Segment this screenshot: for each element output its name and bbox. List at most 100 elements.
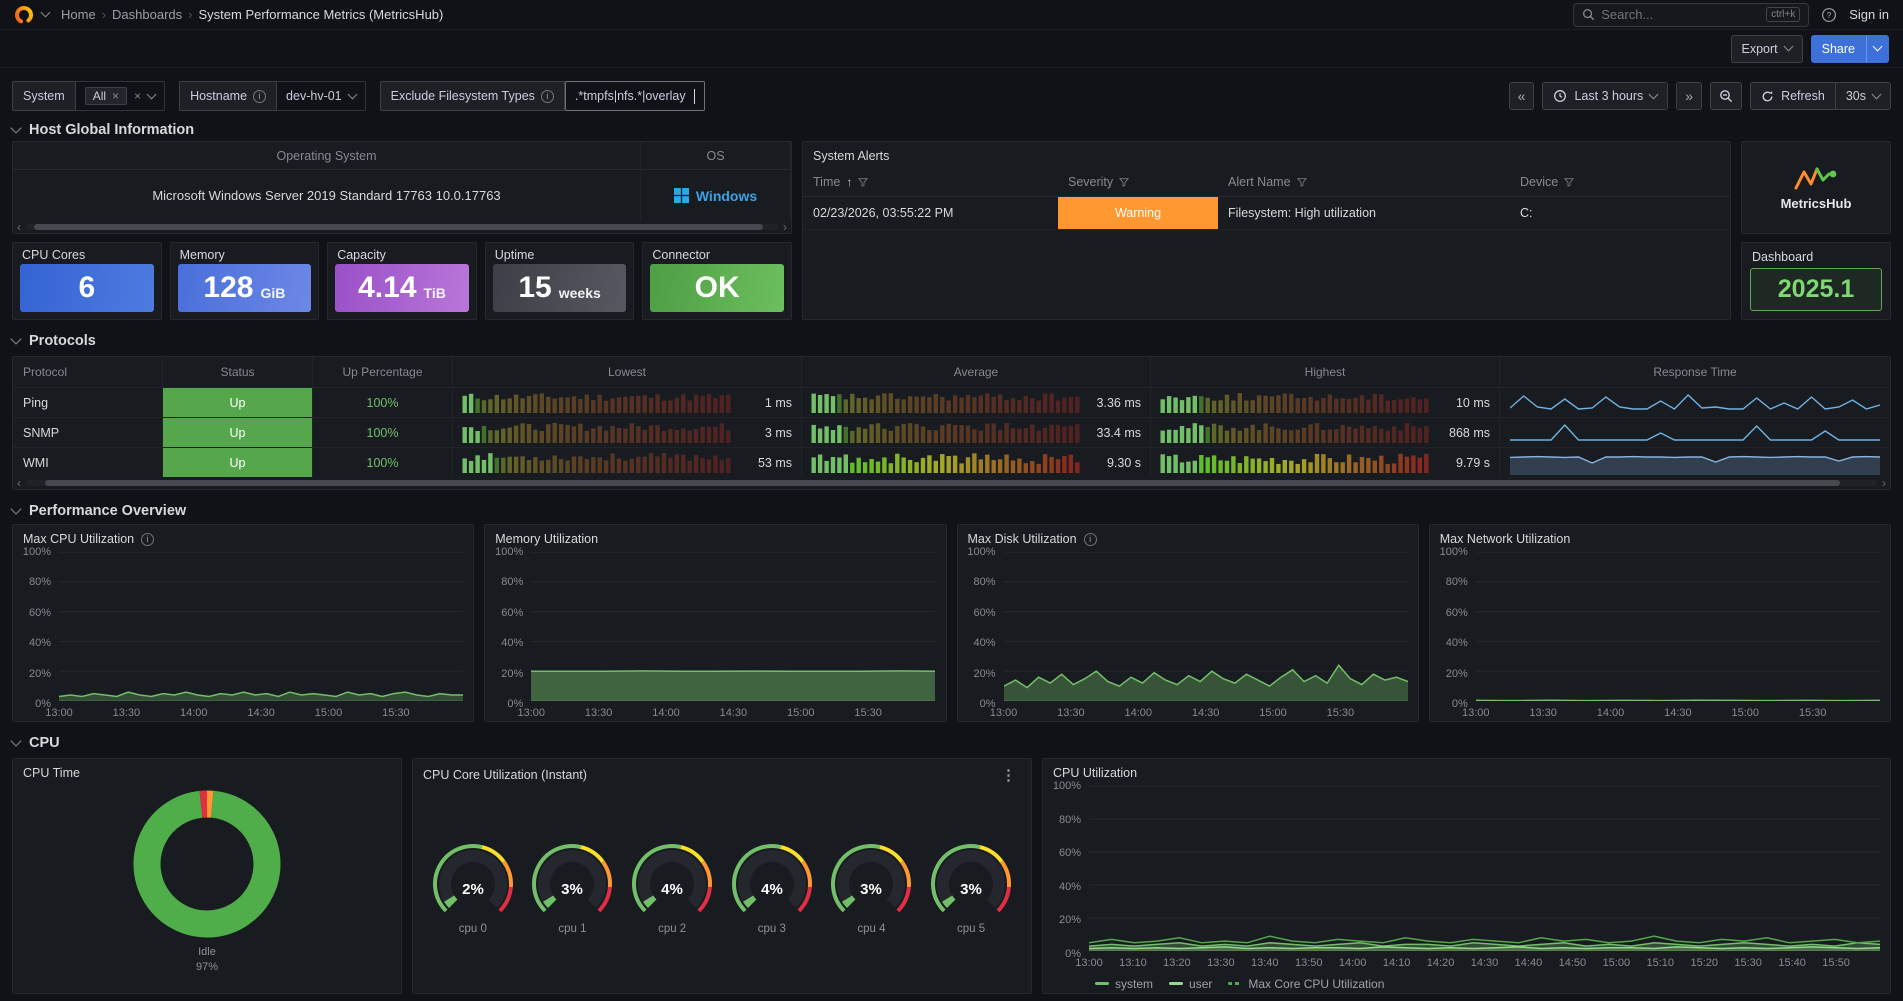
alert-severity-cell: Warning (1058, 197, 1218, 230)
section-host-global-information[interactable]: Host Global Information (12, 119, 1891, 141)
breadcrumb-separator: › (102, 7, 106, 22)
section-title: Performance Overview (29, 503, 186, 519)
alerts-header-alert-name[interactable]: Alert Name (1218, 167, 1510, 197)
panel-max-cpu-utilization: Max CPU Utilizationi 0%20%40%60%80%100%1… (12, 524, 474, 722)
share-split-button: Share (1811, 35, 1889, 63)
exclude-fs-label-text: Exclude Filesystem Types (391, 89, 535, 103)
section-cpu[interactable]: CPU (12, 732, 1891, 754)
scroll-left-arrow[interactable]: ‹ (17, 220, 21, 234)
clear-all-icon[interactable]: × (134, 89, 141, 103)
panel-title: Connector (643, 243, 791, 264)
hostname-value-text: dev-hv-01 (286, 89, 342, 103)
panel-title: Max Disk Utilization (968, 532, 1077, 546)
variable-hostname-value[interactable]: dev-hv-01 (277, 81, 366, 111)
alerts-header-severity[interactable]: Severity (1058, 167, 1218, 197)
svg-text:3%: 3% (960, 881, 982, 898)
panel-metricshub-logo: MetricsHub (1741, 141, 1891, 234)
response-time-sparkline (1510, 421, 1880, 445)
protocols-header-row: Protocol Status Up Percentage Lowest Ave… (13, 357, 1890, 387)
filter-icon[interactable] (1564, 177, 1574, 187)
breadcrumb-separator: › (188, 7, 192, 22)
export-button[interactable]: Export (1731, 35, 1803, 63)
time-range-picker[interactable]: Last 3 hours (1542, 82, 1668, 110)
latency-value: 3 ms (740, 426, 792, 440)
refresh-button[interactable]: Refresh (1750, 82, 1836, 110)
scrollbar-track[interactable] (26, 480, 1877, 486)
os-table: Operating System OS Microsoft Windows Se… (13, 142, 791, 221)
grafana-flame-icon (14, 5, 34, 25)
section-collapse-icon (10, 122, 21, 133)
panel-system-alerts: System Alerts Time ↑ Severity Alert Name… (802, 141, 1731, 320)
panel-title: CPU Utilization (1053, 766, 1137, 780)
share-button[interactable]: Share (1811, 35, 1866, 63)
info-icon[interactable]: i (1084, 533, 1097, 546)
scroll-left-arrow[interactable]: ‹ (17, 476, 21, 490)
panel-menu-icon[interactable]: ⋮ (996, 766, 1021, 784)
alerts-header-device[interactable]: Device (1510, 167, 1730, 197)
exclude-fs-input[interactable]: .*tmpfs|nfs.*|overlay (565, 81, 705, 111)
scroll-right-arrow[interactable]: › (783, 220, 787, 234)
protocol-response-cell (1500, 448, 1890, 477)
scrollbar-thumb[interactable] (34, 224, 763, 230)
uptime-stat: 15 weeks (493, 264, 627, 312)
search-input[interactable] (1601, 7, 1760, 22)
info-icon[interactable]: i (541, 90, 554, 103)
alert-time-cell: 02/23/2026, 03:55:22 PM (803, 197, 1058, 230)
legend-marker (1228, 982, 1242, 985)
info-icon[interactable]: i (253, 90, 266, 103)
scrollbar-track[interactable] (26, 224, 778, 230)
refresh-label: Refresh (1781, 89, 1825, 103)
section-performance-overview[interactable]: Performance Overview (12, 500, 1891, 522)
cpu-core-gauges: 2%cpu 03%cpu 14%cpu 24%cpu 33%cpu 43%cpu… (413, 786, 1031, 993)
latency-histogram (1160, 453, 1430, 473)
alerts-header-time[interactable]: Time ↑ (803, 167, 1058, 197)
gauge-label: cpu 3 (758, 923, 786, 935)
filter-icon[interactable] (858, 177, 868, 187)
grafana-logo[interactable] (14, 5, 34, 25)
legend-item-user[interactable]: user (1169, 977, 1212, 991)
variable-system-value[interactable]: All × × (76, 81, 165, 111)
os-table-header-os: OS (641, 142, 791, 170)
filter-icon[interactable] (1119, 177, 1129, 187)
response-time-sparkline (1510, 451, 1880, 475)
org-chevron-down-icon[interactable] (41, 8, 51, 18)
legend-item-max-core[interactable]: Max Core CPU Utilization (1228, 977, 1384, 991)
latency-histogram (811, 423, 1081, 443)
dashboard-body: System All × × Hostname i dev-hv-01 (0, 81, 1903, 994)
stat-unit: weeks (559, 285, 601, 301)
stat-value: OK (695, 273, 740, 303)
chip-remove-icon[interactable]: × (112, 89, 119, 103)
panel-cpu-cores: CPU Cores 6 (12, 242, 162, 320)
stat-value: 4.14 (358, 273, 416, 303)
filter-icon[interactable] (1297, 177, 1307, 187)
sign-in-button[interactable]: Sign in (1849, 7, 1889, 22)
host-left-column: Operating System OS Microsoft Windows Se… (12, 141, 792, 320)
share-menu-button[interactable] (1866, 35, 1889, 63)
system-value-chip[interactable]: All × (85, 87, 127, 105)
protocol-row-snmp: SNMP Up 100% 3 ms 33.4 ms 868 ms (13, 417, 1890, 447)
legend-item-system[interactable]: system (1095, 977, 1153, 991)
chevron-down-icon (147, 89, 157, 99)
scroll-right-arrow[interactable]: › (1882, 476, 1886, 490)
refresh-interval-picker[interactable]: 30s (1836, 82, 1891, 110)
response-time-sparkline (1510, 391, 1880, 415)
performance-row: Max CPU Utilizationi 0%20%40%60%80%100%1… (12, 524, 1891, 722)
protocol-name-cell: WMI (13, 448, 163, 477)
chart-legend: system user Max Core CPU Utilization (1043, 974, 1890, 993)
time-shift-back-button[interactable]: « (1509, 82, 1535, 110)
section-protocols[interactable]: Protocols (12, 330, 1891, 352)
search-box[interactable]: ctrl+k (1573, 3, 1809, 27)
section-title: Protocols (29, 333, 96, 349)
os-name-cell: Microsoft Windows Server 2019 Standard 1… (13, 170, 641, 221)
protocols-header-lowest: Lowest (453, 357, 802, 387)
time-shift-forward-button[interactable]: » (1676, 82, 1702, 110)
breadcrumb-home[interactable]: Home (61, 7, 96, 22)
chevron-down-icon (1873, 42, 1883, 52)
help-icon[interactable]: ? (1817, 3, 1841, 27)
latency-histogram (462, 423, 732, 443)
breadcrumb-dashboards[interactable]: Dashboards (112, 7, 182, 22)
info-icon[interactable]: i (141, 533, 154, 546)
scrollbar-thumb[interactable] (45, 480, 1840, 486)
latency-value: 9.79 s (1438, 456, 1490, 470)
zoom-out-button[interactable] (1710, 82, 1742, 110)
